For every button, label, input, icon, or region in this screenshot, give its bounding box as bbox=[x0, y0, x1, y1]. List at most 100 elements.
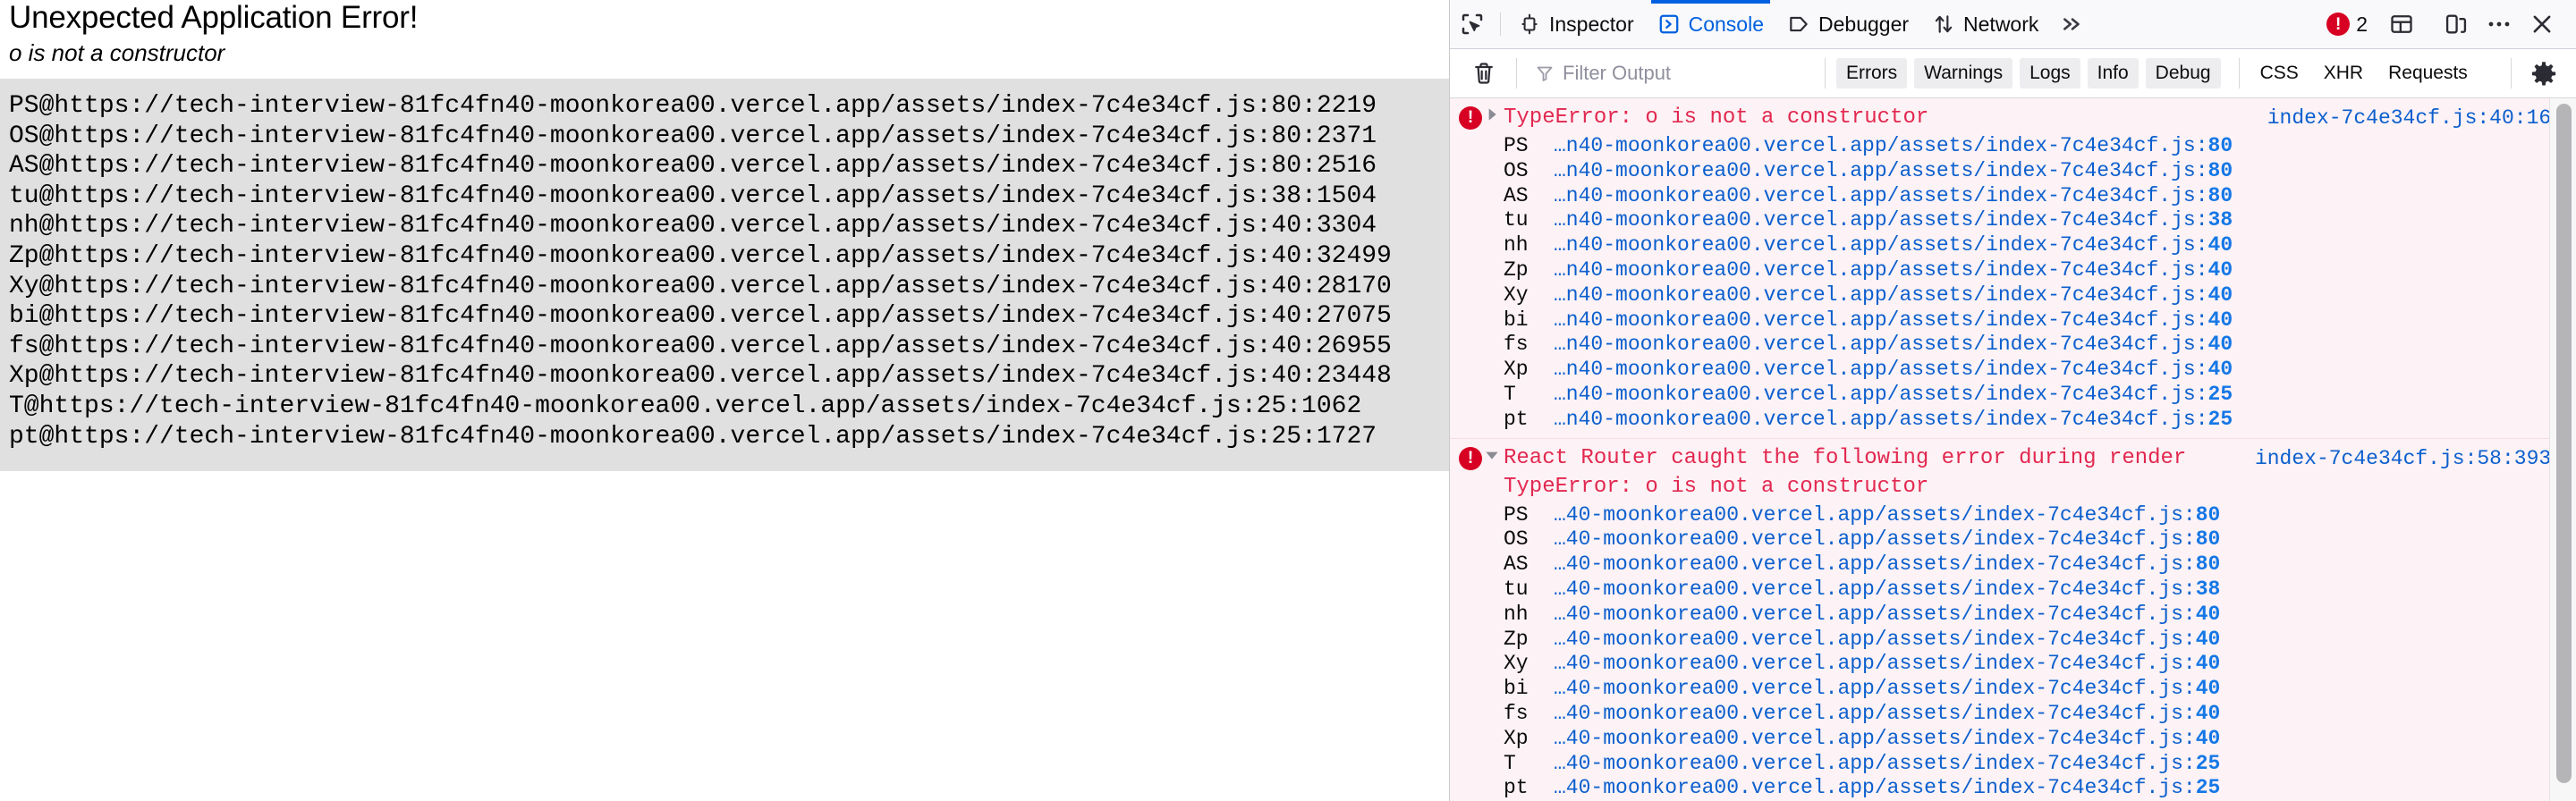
stack-frame-url[interactable]: …n40-moonkorea00.vercel.app/assets/index… bbox=[1554, 208, 2208, 233]
stack-frame[interactable]: fs …n40-moonkorea00.vercel.app/assets/ind… bbox=[1450, 333, 2576, 358]
console-message-list: ! TypeError: o is not a constructor index-… bbox=[1450, 98, 2576, 801]
error-severity-icon: ! bbox=[1459, 446, 1482, 470]
stack-frame[interactable]: tu …n40-moonkorea00.vercel.app/assets/ind… bbox=[1450, 208, 2576, 233]
stack-frame-url[interactable]: …40-moonkorea00.vercel.app/assets/index-… bbox=[1554, 727, 2196, 752]
stack-frame[interactable]: PS …40-moonkorea00.vercel.app/assets/inde… bbox=[1450, 503, 2576, 528]
stack-frame-url[interactable]: …40-moonkorea00.vercel.app/assets/index-… bbox=[1554, 702, 2196, 727]
content-filter-xhr[interactable]: XHR bbox=[2314, 58, 2373, 89]
stack-frame-url[interactable]: …n40-moonkorea00.vercel.app/assets/index… bbox=[1554, 408, 2208, 433]
stack-frame-url[interactable]: …40-moonkorea00.vercel.app/assets/index-… bbox=[1554, 628, 2196, 653]
filter-input[interactable] bbox=[1563, 62, 1807, 85]
stack-frame[interactable]: Xp …40-moonkorea00.vercel.app/assets/inde… bbox=[1450, 727, 2576, 752]
stack-frame[interactable]: Xp …n40-moonkorea00.vercel.app/assets/ind… bbox=[1450, 358, 2576, 383]
stack-frame-url[interactable]: …n40-moonkorea00.vercel.app/assets/index… bbox=[1554, 159, 2208, 184]
error-stack-line: pt@https://tech-interview-81fc4fn40-moon… bbox=[9, 422, 1377, 451]
severity-filter-errors[interactable]: Errors bbox=[1836, 58, 1908, 89]
stack-frame[interactable]: fs …40-moonkorea00.vercel.app/assets/inde… bbox=[1450, 702, 2576, 727]
stack-frame-url[interactable]: …n40-moonkorea00.vercel.app/assets/index… bbox=[1554, 333, 2208, 358]
console-settings-button[interactable] bbox=[2522, 52, 2565, 95]
tab-network[interactable]: Network bbox=[1920, 0, 2050, 48]
console-output[interactable]: ! TypeError: o is not a constructor index-… bbox=[1450, 98, 2576, 801]
console-scrollbar-track[interactable] bbox=[2549, 98, 2576, 801]
stack-frame[interactable]: OS …n40-moonkorea00.vercel.app/assets/ind… bbox=[1450, 159, 2576, 184]
stack-frame-url[interactable]: …n40-moonkorea00.vercel.app/assets/index… bbox=[1554, 134, 2208, 159]
stack-frame-url[interactable]: …n40-moonkorea00.vercel.app/assets/index… bbox=[1554, 383, 2208, 408]
severity-filter-logs[interactable]: Logs bbox=[2020, 58, 2080, 89]
filter-input-wrap[interactable] bbox=[1528, 56, 1814, 90]
stack-frame-function: Xp bbox=[1504, 726, 1529, 750]
error-severity-icon: ! bbox=[1459, 106, 1482, 130]
stack-frame[interactable]: Zp …n40-moonkorea00.vercel.app/assets/ind… bbox=[1450, 258, 2576, 283]
stack-frame-url[interactable]: …40-moonkorea00.vercel.app/assets/index-… bbox=[1554, 503, 2196, 528]
stack-frame-url[interactable]: …40-moonkorea00.vercel.app/assets/index-… bbox=[1554, 578, 2196, 603]
stack-frame[interactable]: pt …40-moonkorea00.vercel.app/assets/inde… bbox=[1450, 776, 2576, 801]
trash-icon bbox=[1472, 61, 1496, 86]
split-console-icon bbox=[2389, 12, 2414, 37]
stack-frame-url[interactable]: …40-moonkorea00.vercel.app/assets/index-… bbox=[1554, 652, 2196, 677]
stack-frame[interactable]: bi …n40-moonkorea00.vercel.app/assets/ind… bbox=[1450, 308, 2576, 333]
severity-filter-info[interactable]: Info bbox=[2087, 58, 2139, 89]
stack-frame-url[interactable]: …40-moonkorea00.vercel.app/assets/index-… bbox=[1554, 776, 2196, 801]
console-message[interactable]: ! TypeError: o is not a constructor index-… bbox=[1450, 98, 2576, 439]
console-message-header[interactable]: ! TypeError: o is not a constructor index-… bbox=[1450, 98, 2576, 131]
stack-frame-url[interactable]: …40-moonkorea00.vercel.app/assets/index-… bbox=[1554, 752, 2196, 777]
stack-frame-url[interactable]: …40-moonkorea00.vercel.app/assets/index-… bbox=[1554, 552, 2196, 578]
responsive-design-mode-button[interactable] bbox=[2435, 3, 2478, 46]
stack-frame-line-number: 80 bbox=[2207, 183, 2233, 207]
devtools-toolbar: Inspector Console Debugger Network ! 2 bbox=[1450, 0, 2576, 49]
stack-frame[interactable]: bi …40-moonkorea00.vercel.app/assets/inde… bbox=[1450, 677, 2576, 702]
tab-inspector[interactable]: Inspector bbox=[1506, 0, 1646, 48]
stack-frame-url[interactable]: …n40-moonkorea00.vercel.app/assets/index… bbox=[1554, 308, 2208, 333]
stack-frame-function: T bbox=[1504, 382, 1516, 406]
stack-frame-url[interactable]: …n40-moonkorea00.vercel.app/assets/index… bbox=[1554, 283, 2208, 308]
stack-frame[interactable]: T …40-moonkorea00.vercel.app/assets/index… bbox=[1450, 752, 2576, 777]
stack-frame[interactable]: PS …n40-moonkorea00.vercel.app/assets/ind… bbox=[1450, 134, 2576, 159]
stack-frame[interactable]: tu …40-moonkorea00.vercel.app/assets/inde… bbox=[1450, 578, 2576, 603]
more-options-button[interactable] bbox=[2478, 3, 2521, 46]
stack-frame[interactable]: nh …40-moonkorea00.vercel.app/assets/inde… bbox=[1450, 603, 2576, 628]
stack-frame-url[interactable]: …40-moonkorea00.vercel.app/assets/index-… bbox=[1554, 677, 2196, 702]
tab-inspector-label: Inspector bbox=[1549, 12, 1634, 36]
stack-frame-function: AS bbox=[1504, 552, 1529, 577]
stack-frame[interactable]: pt …n40-moonkorea00.vercel.app/assets/ind… bbox=[1450, 408, 2576, 433]
element-picker-button[interactable] bbox=[1450, 0, 1495, 48]
stack-frame-url[interactable]: …n40-moonkorea00.vercel.app/assets/index… bbox=[1554, 233, 2208, 258]
more-options-icon bbox=[2487, 19, 2512, 30]
stack-frame-function: T bbox=[1504, 751, 1516, 775]
twisty-expanded-icon[interactable] bbox=[1482, 448, 1502, 462]
toolbar-overflow-button[interactable] bbox=[2050, 0, 2100, 48]
stack-frame[interactable]: Xy …40-moonkorea00.vercel.app/assets/inde… bbox=[1450, 652, 2576, 677]
error-count-indicator[interactable]: ! 2 bbox=[2321, 13, 2380, 37]
stack-frame[interactable]: nh …n40-moonkorea00.vercel.app/assets/ind… bbox=[1450, 233, 2576, 258]
stack-frame-url[interactable]: …40-moonkorea00.vercel.app/assets/index-… bbox=[1554, 527, 2196, 552]
stack-frame-function: Xp bbox=[1504, 358, 1529, 382]
stack-frame[interactable]: T …n40-moonkorea00.vercel.app/assets/inde… bbox=[1450, 383, 2576, 408]
clear-console-button[interactable] bbox=[1462, 52, 1505, 95]
content-filter-css[interactable]: CSS bbox=[2250, 58, 2309, 89]
stack-frame[interactable]: AS …n40-moonkorea00.vercel.app/assets/ind… bbox=[1450, 184, 2576, 209]
tab-debugger[interactable]: Debugger bbox=[1775, 0, 1920, 48]
severity-filter-warnings[interactable]: Warnings bbox=[1914, 58, 2013, 89]
stack-frame-url[interactable]: …n40-moonkorea00.vercel.app/assets/index… bbox=[1554, 184, 2208, 209]
twisty-collapsed-icon[interactable] bbox=[1482, 107, 1502, 122]
console-message-header[interactable]: ! React Router caught the following error… bbox=[1450, 439, 2576, 472]
stack-frame[interactable]: Zp …40-moonkorea00.vercel.app/assets/inde… bbox=[1450, 628, 2576, 653]
stack-frame-url[interactable]: …n40-moonkorea00.vercel.app/assets/index… bbox=[1554, 258, 2208, 283]
console-scrollbar-thumb[interactable] bbox=[2556, 104, 2572, 783]
content-filter-requests[interactable]: Requests bbox=[2378, 58, 2478, 89]
severity-filter-debug[interactable]: Debug bbox=[2145, 58, 2221, 89]
tab-console[interactable]: Console bbox=[1646, 0, 1775, 48]
console-message[interactable]: ! React Router caught the following error… bbox=[1450, 438, 2576, 801]
stack-frame[interactable]: AS …40-moonkorea00.vercel.app/assets/inde… bbox=[1450, 552, 2576, 578]
stack-frame-function: PS bbox=[1504, 134, 1529, 157]
console-message-source-link[interactable]: index-7c4e34cf.js:58:3933 bbox=[2239, 445, 2563, 472]
stack-frame[interactable]: Xy …n40-moonkorea00.vercel.app/assets/ind… bbox=[1450, 283, 2576, 308]
console-message-source-link[interactable]: index-7c4e34cf.js:40:161 bbox=[2251, 105, 2563, 131]
severity-filter-group: Errors Warnings Logs Info Debug bbox=[1836, 58, 2228, 89]
split-console-button[interactable] bbox=[2380, 3, 2423, 46]
close-devtools-button[interactable] bbox=[2521, 3, 2563, 46]
debugger-icon bbox=[1787, 13, 1810, 36]
stack-frame[interactable]: OS …40-moonkorea00.vercel.app/assets/inde… bbox=[1450, 527, 2576, 552]
stack-frame-url[interactable]: …n40-moonkorea00.vercel.app/assets/index… bbox=[1554, 358, 2208, 383]
stack-frame-url[interactable]: …40-moonkorea00.vercel.app/assets/index-… bbox=[1554, 603, 2196, 628]
